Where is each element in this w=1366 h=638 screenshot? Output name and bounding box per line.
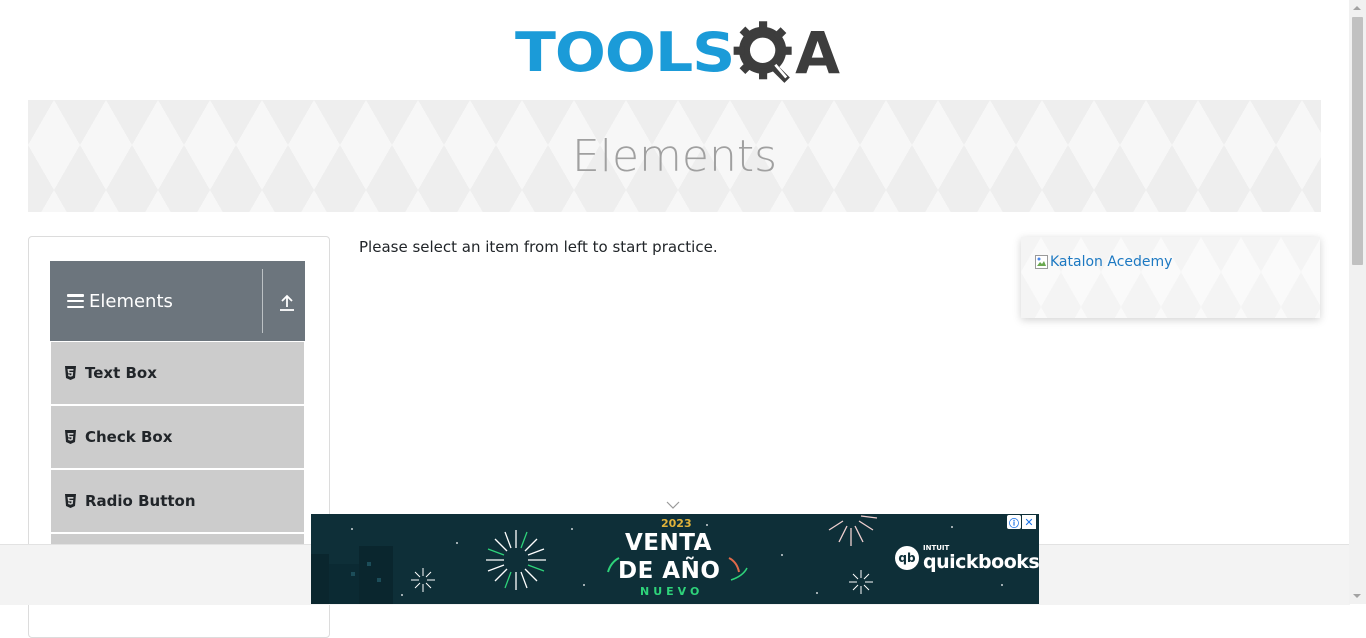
scroll-thumb[interactable] [1352,17,1363,265]
html5-icon [65,366,76,380]
toolsqa-logo[interactable]: TOOLS A [515,14,840,92]
scroll-down-icon[interactable] [1353,594,1361,598]
broken-image-icon [1035,254,1048,269]
ad-headline-line1: VENTA [625,530,712,556]
sidebar-item-text-box[interactable]: Text Box [51,342,304,404]
sidebar-item-label: Text Box [85,364,157,382]
logo-text-tools: TOOLS [515,21,735,85]
quickbooks-icon: qb [895,546,919,570]
gear-magnifier-icon [734,21,793,83]
group-title: Elements [89,290,173,312]
chevron-down-icon[interactable] [666,500,680,510]
sidebar-item-check-box[interactable]: Check Box [51,406,304,468]
katalon-ad-image[interactable]: Katalon Acedemy [1035,254,1172,270]
ad-close-icon[interactable]: ✕ [1022,515,1036,529]
ad-banner[interactable]: 2023 VENTA DE AÑO NUEVO qb INTUIT quickb… [311,514,1039,604]
ad-headline-line3: NUEVO [640,585,704,598]
scroll-up-icon[interactable] [1353,6,1361,10]
ad-headline-line2: DE AÑO [618,558,721,584]
quickbooks-logo[interactable]: qb INTUIT quickbooks [895,544,1039,572]
upload-arrow-icon[interactable] [277,294,297,312]
image-alt-text: Katalon Acedemy [1050,254,1173,270]
sidebar-item-radio-button[interactable]: Radio Button [51,470,304,532]
side-ad[interactable]: Katalon Acedemy [1021,237,1320,318]
group-divider [262,269,263,333]
main-instruction-text: Please select an item from left to start… [359,238,718,256]
sidebar-item-label: Check Box [85,428,173,446]
html5-icon [65,430,76,444]
brand-quickbooks: quickbooks [923,551,1039,573]
page-banner: Elements [28,100,1321,212]
ad-year: 2023 [661,517,692,530]
ad-info-icon[interactable]: ⓘ [1007,515,1021,530]
sidebar-item-label: Radio Button [85,492,196,510]
page-scrollbar[interactable] [1349,0,1366,604]
html5-icon [65,494,76,508]
hamburger-icon [67,294,84,308]
logo-text-a: A [795,19,840,87]
group-header-elements[interactable]: Elements [50,261,305,341]
page-title: Elements [571,130,778,182]
